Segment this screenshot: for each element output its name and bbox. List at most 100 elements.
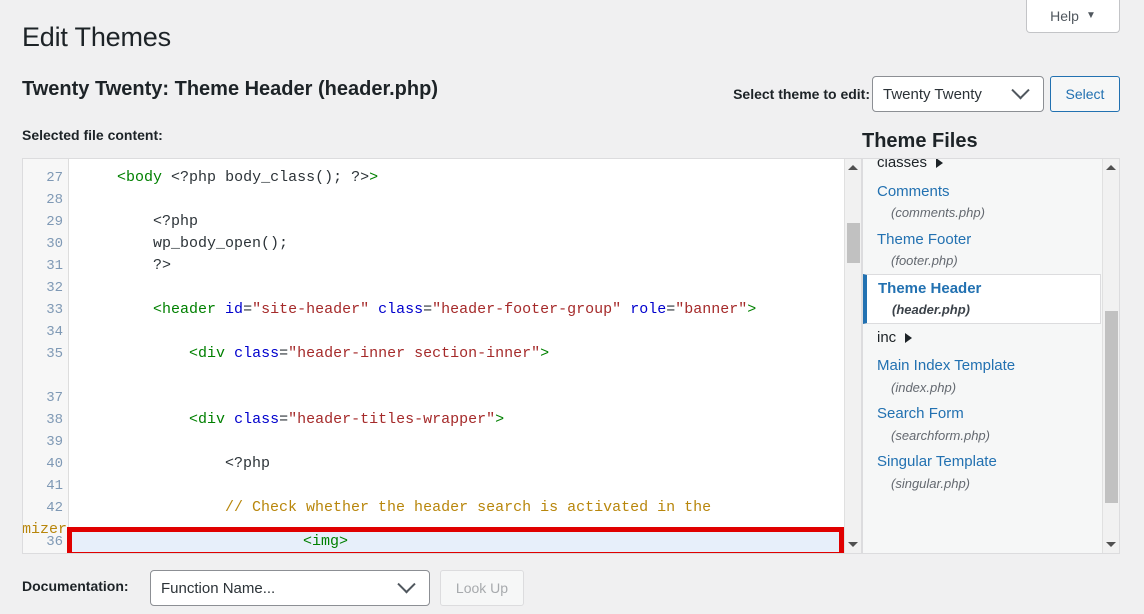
- code-token: [81, 345, 189, 362]
- line-number: 27: [23, 167, 63, 189]
- highlighted-line-number: 36: [23, 531, 63, 553]
- code-token: <div: [189, 411, 225, 428]
- theme-file-filename: (footer.php): [877, 251, 1093, 271]
- code-token: class: [378, 301, 423, 318]
- line-number: 31: [23, 255, 63, 277]
- theme-select-dropdown[interactable]: Twenty Twenty: [872, 76, 1044, 112]
- code-token: =: [279, 345, 288, 362]
- theme-file-filename: (singular.php): [877, 474, 1093, 494]
- theme-file-item[interactable]: inc: [863, 324, 1103, 353]
- chevron-down-icon: [1011, 81, 1029, 99]
- code-editor-scrollbar[interactable]: [844, 159, 861, 553]
- code-token: id: [225, 301, 243, 318]
- code-line[interactable]: 34: [23, 321, 861, 343]
- theme-file-item[interactable]: Theme Header(header.php): [863, 274, 1101, 324]
- code-line[interactable]: 31 ?>: [23, 255, 861, 277]
- help-button[interactable]: Help ▼: [1026, 0, 1120, 33]
- code-token: [621, 301, 630, 318]
- code-token: [81, 411, 189, 428]
- line-number: 42: [23, 497, 63, 519]
- theme-file-name[interactable]: Theme Footer: [877, 229, 1093, 252]
- select-theme-button[interactable]: Select: [1050, 76, 1120, 112]
- code-token: [162, 169, 171, 186]
- code-line[interactable]: 37: [23, 387, 861, 409]
- line-number: 28: [23, 189, 63, 211]
- theme-file-item[interactable]: classes: [863, 158, 1103, 178]
- line-number: 26: [23, 158, 63, 167]
- code-token: <?php: [153, 213, 198, 230]
- theme-file-item[interactable]: Singular Template(singular.php): [863, 448, 1103, 496]
- code-line[interactable]: 40 <?php: [23, 453, 861, 475]
- current-file-title: Twenty Twenty: Theme Header (header.php): [22, 76, 438, 102]
- folder-expand-triangle-icon[interactable]: [905, 333, 912, 343]
- theme-select-value: Twenty Twenty: [883, 86, 1014, 103]
- help-button-label: Help: [1050, 8, 1079, 24]
- scroll-down-arrow-icon[interactable]: [1103, 536, 1119, 553]
- code-token: "header-footer-group": [432, 301, 621, 318]
- theme-file-name[interactable]: Theme Header: [878, 278, 1090, 301]
- code-token: [216, 301, 225, 318]
- line-number: 32: [23, 277, 63, 299]
- code-token: >: [369, 169, 378, 186]
- code-token: [81, 301, 153, 318]
- code-token: <header: [153, 301, 216, 318]
- code-token: role: [630, 301, 666, 318]
- code-line-text: <header id="site-header" class="header-f…: [23, 301, 756, 318]
- line-number: 37: [23, 387, 63, 409]
- theme-select-label: Select theme to edit:: [733, 86, 870, 102]
- documentation-function-dropdown[interactable]: Function Name...: [150, 570, 430, 606]
- scrollbar-thumb[interactable]: [1105, 311, 1118, 503]
- code-line[interactable]: 27 <body <?php body_class(); ?>>: [23, 167, 861, 189]
- theme-files-scrollbar[interactable]: [1102, 159, 1119, 553]
- code-token: <?php: [171, 169, 216, 186]
- theme-file-item[interactable]: Main Index Template(index.php): [863, 352, 1103, 400]
- scrollbar-thumb[interactable]: [847, 223, 860, 263]
- folder-expand-triangle-icon[interactable]: [936, 158, 943, 168]
- scroll-up-arrow-icon[interactable]: [845, 159, 861, 176]
- code-line[interactable]: 33 <header id="site-header" class="heade…: [23, 299, 861, 321]
- theme-file-name[interactable]: Main Index Template: [877, 355, 1093, 378]
- line-number: 30: [23, 233, 63, 255]
- theme-file-name[interactable]: inc: [877, 327, 1093, 350]
- code-line[interactable]: 28: [23, 189, 861, 211]
- code-token: <div: [189, 345, 225, 362]
- theme-file-name[interactable]: Singular Template: [877, 451, 1093, 474]
- theme-file-item[interactable]: Theme Footer(footer.php): [863, 226, 1103, 274]
- code-token: [81, 455, 225, 472]
- code-token: body_class();: [216, 169, 351, 186]
- theme-file-name[interactable]: classes: [877, 158, 1093, 175]
- line-number: 39: [23, 431, 63, 453]
- theme-file-item[interactable]: Comments(comments.php): [863, 178, 1103, 226]
- theme-file-filename: (header.php): [878, 300, 1090, 320]
- line-number: 29: [23, 211, 63, 233]
- code-line[interactable]: 38 <div class="header-titles-wrapper">: [23, 409, 861, 431]
- code-token: =: [423, 301, 432, 318]
- theme-file-filename: (searchform.php): [877, 426, 1093, 446]
- theme-file-name[interactable]: Search Form: [877, 403, 1093, 426]
- code-token: =: [666, 301, 675, 318]
- code-token: [81, 213, 153, 230]
- line-number: 40: [23, 453, 63, 475]
- code-line[interactable]: 30 wp_body_open();: [23, 233, 861, 255]
- code-token: class: [234, 411, 279, 428]
- scroll-up-arrow-icon[interactable]: [1103, 159, 1119, 176]
- code-editor[interactable]: 2627 <body <?php body_class(); ?>>2829 <…: [22, 158, 862, 554]
- code-line[interactable]: 41: [23, 475, 861, 497]
- code-token: [81, 499, 225, 516]
- code-content[interactable]: 2627 <body <?php body_class(); ?>>2829 <…: [23, 158, 861, 541]
- code-token: [81, 257, 153, 274]
- theme-file-item[interactable]: Search Form(searchform.php): [863, 400, 1103, 448]
- theme-file-filename: (comments.php): [877, 203, 1093, 223]
- code-token: class: [234, 345, 279, 362]
- code-line[interactable]: 29 <?php: [23, 211, 861, 233]
- theme-files-title: Theme Files: [862, 130, 978, 153]
- code-line[interactable]: 39: [23, 431, 861, 453]
- scroll-down-arrow-icon[interactable]: [845, 536, 861, 553]
- code-line[interactable]: 26: [23, 158, 861, 167]
- theme-file-name[interactable]: Comments: [877, 181, 1093, 204]
- highlighted-code-line-box[interactable]: <img>: [67, 527, 844, 554]
- code-line[interactable]: 35 <div class="header-inner section-inne…: [23, 343, 861, 365]
- code-token: [369, 301, 378, 318]
- code-line[interactable]: 32: [23, 277, 861, 299]
- code-token: <?php: [225, 455, 270, 472]
